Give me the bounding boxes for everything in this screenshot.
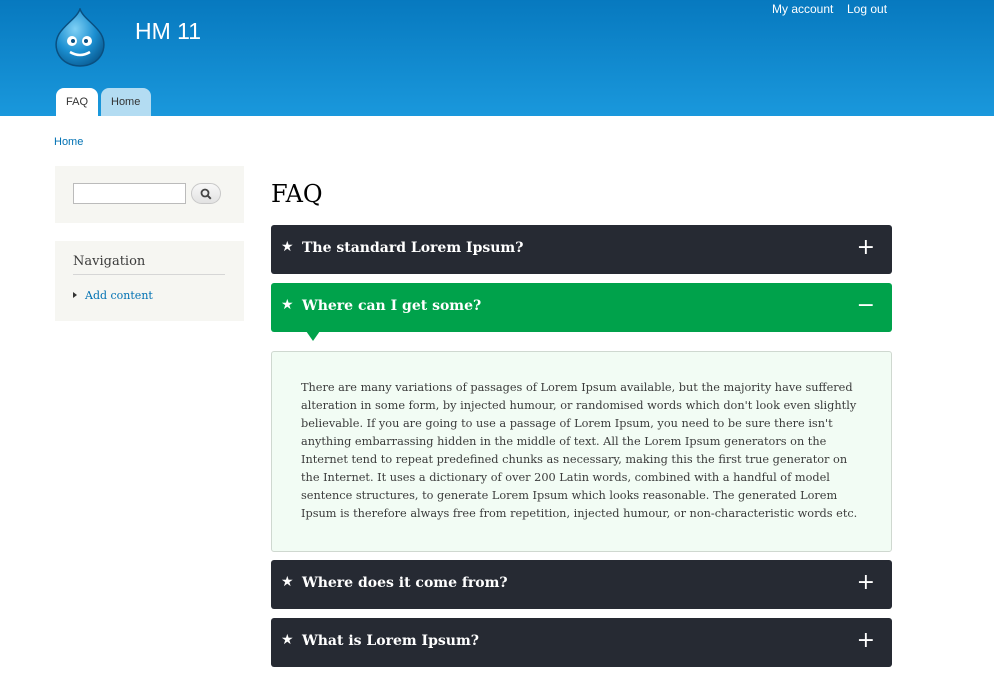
expand-icon[interactable]: + — [857, 235, 875, 261]
faq-question-text: What is Lorem Ipsum? — [302, 633, 479, 649]
faq-question-text: Where can I get some? — [302, 298, 482, 314]
nav-item-add-content[interactable]: Add content — [73, 289, 153, 302]
tab-home[interactable]: Home — [101, 88, 151, 116]
navigation-title: Navigation — [73, 254, 225, 275]
expand-icon[interactable]: + — [857, 570, 875, 596]
search-input[interactable] — [73, 183, 186, 204]
star-icon: ★ — [281, 574, 294, 590]
site-name[interactable]: HM 11 — [135, 18, 201, 45]
nav-item-label[interactable]: Add content — [85, 289, 153, 302]
search-block — [55, 166, 244, 223]
navigation-block: Navigation Add content — [55, 241, 244, 321]
star-icon: ★ — [281, 297, 294, 313]
bullet-arrow-icon — [73, 292, 77, 298]
faq-question-text: The standard Lorem Ipsum? — [302, 240, 524, 256]
search-icon — [200, 188, 212, 200]
site-header: HM 11 My account Log out FAQ Home — [0, 0, 994, 116]
star-icon: ★ — [281, 239, 294, 255]
faq-question-2[interactable]: ★ Where can I get some? − — [271, 283, 892, 332]
faq-answer-2: There are many variations of passages of… — [271, 351, 892, 552]
faq-answer-text: There are many variations of passages of… — [301, 381, 858, 520]
faq-question-4[interactable]: ★ What is Lorem Ipsum? + — [271, 618, 892, 667]
page-title: FAQ — [271, 180, 323, 208]
search-button[interactable] — [191, 183, 221, 204]
tab-faq[interactable]: FAQ — [56, 88, 98, 116]
faq-question-text: Where does it come from? — [302, 575, 508, 591]
expand-icon[interactable]: + — [857, 628, 875, 654]
expanded-pointer — [306, 331, 320, 341]
star-icon: ★ — [281, 632, 294, 648]
faq-question-3[interactable]: ★ Where does it come from? + — [271, 560, 892, 609]
my-account-link[interactable]: My account — [772, 2, 833, 16]
faq-question-1[interactable]: ★ The standard Lorem Ipsum? + — [271, 225, 892, 274]
drupal-logo[interactable] — [53, 6, 107, 68]
log-out-link[interactable]: Log out — [847, 2, 887, 16]
breadcrumb-home-link[interactable]: Home — [54, 136, 83, 148]
collapse-icon[interactable]: − — [857, 293, 875, 319]
